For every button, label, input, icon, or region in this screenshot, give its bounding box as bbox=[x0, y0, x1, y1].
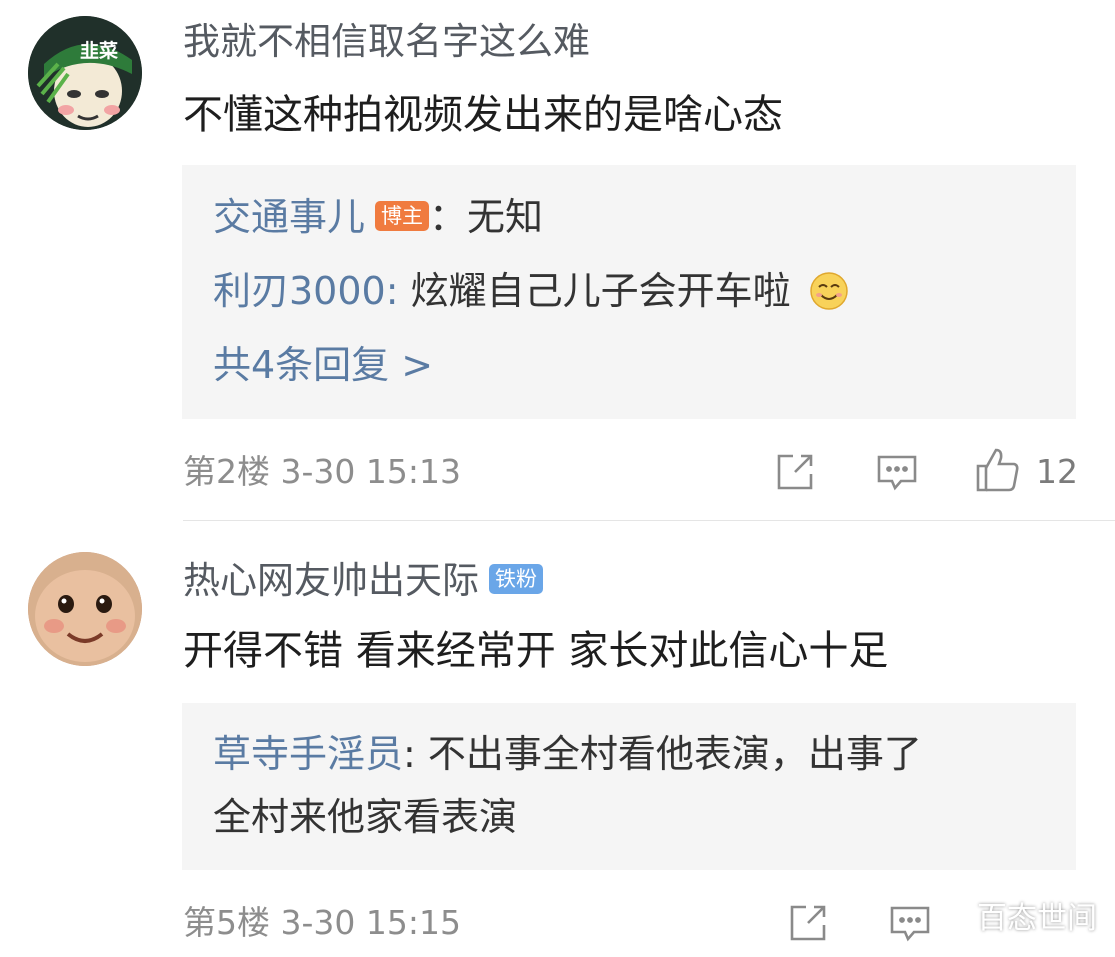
comment-content: 不懂这种拍视频发出来的是啥心态 bbox=[183, 92, 783, 138]
floor-number: 第2楼 bbox=[183, 452, 270, 491]
reply-line: 草寺手淫员: 不出事全村看他表演，出事了 bbox=[213, 730, 922, 778]
avatar[interactable]: 韭菜 bbox=[28, 16, 142, 130]
comment-icon[interactable] bbox=[875, 450, 919, 494]
fan-badge: 铁粉 bbox=[489, 563, 543, 594]
reply-text: 不出事全村看他表演，出事了 bbox=[427, 732, 922, 776]
comment-icon[interactable] bbox=[888, 901, 932, 945]
reply-separator: : bbox=[403, 732, 416, 776]
reply-username[interactable]: 草寺手淫员 bbox=[213, 732, 403, 776]
comment-meta: 第2楼 3-30 15:13 bbox=[183, 452, 461, 492]
comment-item: 韭菜 我就不相信取名字这么难 不懂这种拍视频发出来的是啥心态 交通事儿 博主 ：无知… bbox=[0, 0, 1115, 520]
username-text[interactable]: 热心网友帅出天际 bbox=[183, 559, 479, 602]
reply-box[interactable]: 交通事儿 博主 ：无知 利刃3000: 炫耀自己儿子会开车啦 共4条回复 > bbox=[182, 165, 1076, 419]
floor-number: 第5楼 bbox=[183, 903, 270, 942]
comment-meta: 第5楼 3-30 15:15 bbox=[183, 903, 461, 943]
like-icon[interactable] bbox=[974, 446, 1022, 494]
reply-text: 无知 bbox=[467, 195, 544, 239]
reply-separator: : bbox=[385, 269, 399, 313]
reply-separator: ： bbox=[429, 195, 468, 239]
author-badge: 博主 bbox=[375, 200, 430, 231]
comment-item: 热心网友帅出天际 铁粉 开得不错 看来经常开 家长对此信心十足 草寺手淫员: 不出… bbox=[0, 521, 1115, 957]
reply-username-text[interactable]: 利刃3000 bbox=[213, 269, 386, 313]
reply-username[interactable]: 利刃3000: bbox=[213, 269, 399, 313]
reply-username[interactable]: 交通事儿 bbox=[213, 195, 365, 239]
reply-line: 交通事儿 博主 ：无知 bbox=[213, 193, 543, 241]
comment-username[interactable]: 我就不相信取名字这么难 bbox=[183, 20, 590, 64]
comment-content: 开得不错 看来经常开 家长对此信心十足 bbox=[183, 628, 889, 674]
reply-text: 炫耀自己儿子会开车啦 bbox=[410, 269, 791, 313]
avatar[interactable] bbox=[28, 552, 142, 666]
like-count: 12 bbox=[1036, 452, 1078, 491]
comment-time: 3-30 15:15 bbox=[280, 903, 462, 942]
avatar-hat-text: 韭菜 bbox=[80, 40, 119, 62]
reply-username-text[interactable]: 草寺手淫员 bbox=[213, 732, 403, 776]
share-icon[interactable] bbox=[773, 450, 817, 494]
reply-text-continued: 全村来他家看表演 bbox=[213, 795, 518, 839]
reply-line: 利刃3000: 炫耀自己儿子会开车啦 bbox=[213, 267, 849, 315]
more-replies-link[interactable]: 共4条回复 > bbox=[213, 341, 433, 389]
smile-emoji-icon bbox=[809, 271, 849, 311]
share-icon[interactable] bbox=[786, 901, 830, 945]
reply-box[interactable]: 草寺手淫员: 不出事全村看他表演，出事了 全村来他家看表演 bbox=[182, 703, 1076, 870]
comment-username[interactable]: 热心网友帅出天际 铁粉 bbox=[183, 559, 543, 603]
username-text[interactable]: 我就不相信取名字这么难 bbox=[183, 20, 590, 63]
watermark: 百态世间 bbox=[977, 901, 1097, 936]
comment-time: 3-30 15:13 bbox=[280, 452, 462, 491]
